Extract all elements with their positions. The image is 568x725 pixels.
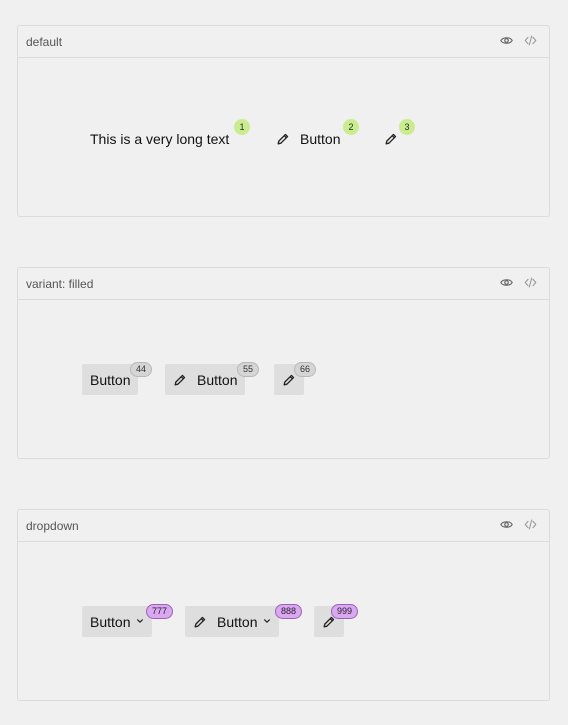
edit-button[interactable]: Button xyxy=(276,128,340,150)
header-actions xyxy=(500,276,537,289)
eye-icon[interactable] xyxy=(500,34,513,47)
chevron-down-icon xyxy=(136,617,144,628)
badge: 66 xyxy=(294,362,317,377)
long-text-button[interactable]: This is a very long text xyxy=(90,128,229,150)
header-actions xyxy=(500,518,537,531)
badge: 999 xyxy=(331,604,359,619)
pencil-icon xyxy=(276,132,290,146)
dropdown-button[interactable]: Button xyxy=(82,606,153,637)
badge: 888 xyxy=(275,604,303,619)
eye-icon[interactable] xyxy=(500,518,513,531)
section-body: Button 44 Button 55 66 xyxy=(18,300,549,458)
button-label: Button xyxy=(90,613,131,630)
section-header: variant: filled xyxy=(18,268,549,300)
button-label: Button xyxy=(217,613,258,630)
pencil-icon xyxy=(173,373,187,387)
badge: 44 xyxy=(130,362,153,377)
dropdown-edit-button[interactable]: Button xyxy=(185,606,280,637)
section-variant-filled: variant: filled Button 44 Button 55 66 xyxy=(17,267,550,459)
section-default: default This is a very long text 1 Butto… xyxy=(17,25,550,217)
badge: 3 xyxy=(399,119,415,135)
pencil-icon xyxy=(282,373,296,387)
code-icon[interactable] xyxy=(524,518,537,531)
section-title: default xyxy=(26,34,63,49)
section-body: Button 777 Button 888 999 xyxy=(18,542,549,700)
badge: 55 xyxy=(237,362,260,377)
chevron-down-icon xyxy=(263,617,271,628)
section-header: default xyxy=(18,26,549,58)
button-label: Button xyxy=(90,371,131,388)
section-dropdown: dropdown Button 777 Button 888 999 xyxy=(17,509,550,701)
section-header: dropdown xyxy=(18,510,549,542)
badge: 2 xyxy=(343,119,359,135)
eye-icon[interactable] xyxy=(500,276,513,289)
pencil-icon xyxy=(193,615,207,629)
button-label: This is a very long text xyxy=(90,131,230,147)
filled-edit-button[interactable]: Button xyxy=(165,364,246,395)
badge: 777 xyxy=(146,604,174,619)
badge: 1 xyxy=(234,119,250,135)
section-body: This is a very long text 1 Button 2 3 xyxy=(18,58,549,216)
section-title: variant: filled xyxy=(26,276,94,291)
pencil-icon xyxy=(384,132,398,146)
code-icon[interactable] xyxy=(524,276,537,289)
button-label: Button xyxy=(300,131,341,147)
edit-icon-button[interactable] xyxy=(384,128,398,150)
code-icon[interactable] xyxy=(524,34,537,47)
section-title: dropdown xyxy=(26,518,79,533)
header-actions xyxy=(500,34,537,47)
button-label: Button xyxy=(197,371,238,388)
